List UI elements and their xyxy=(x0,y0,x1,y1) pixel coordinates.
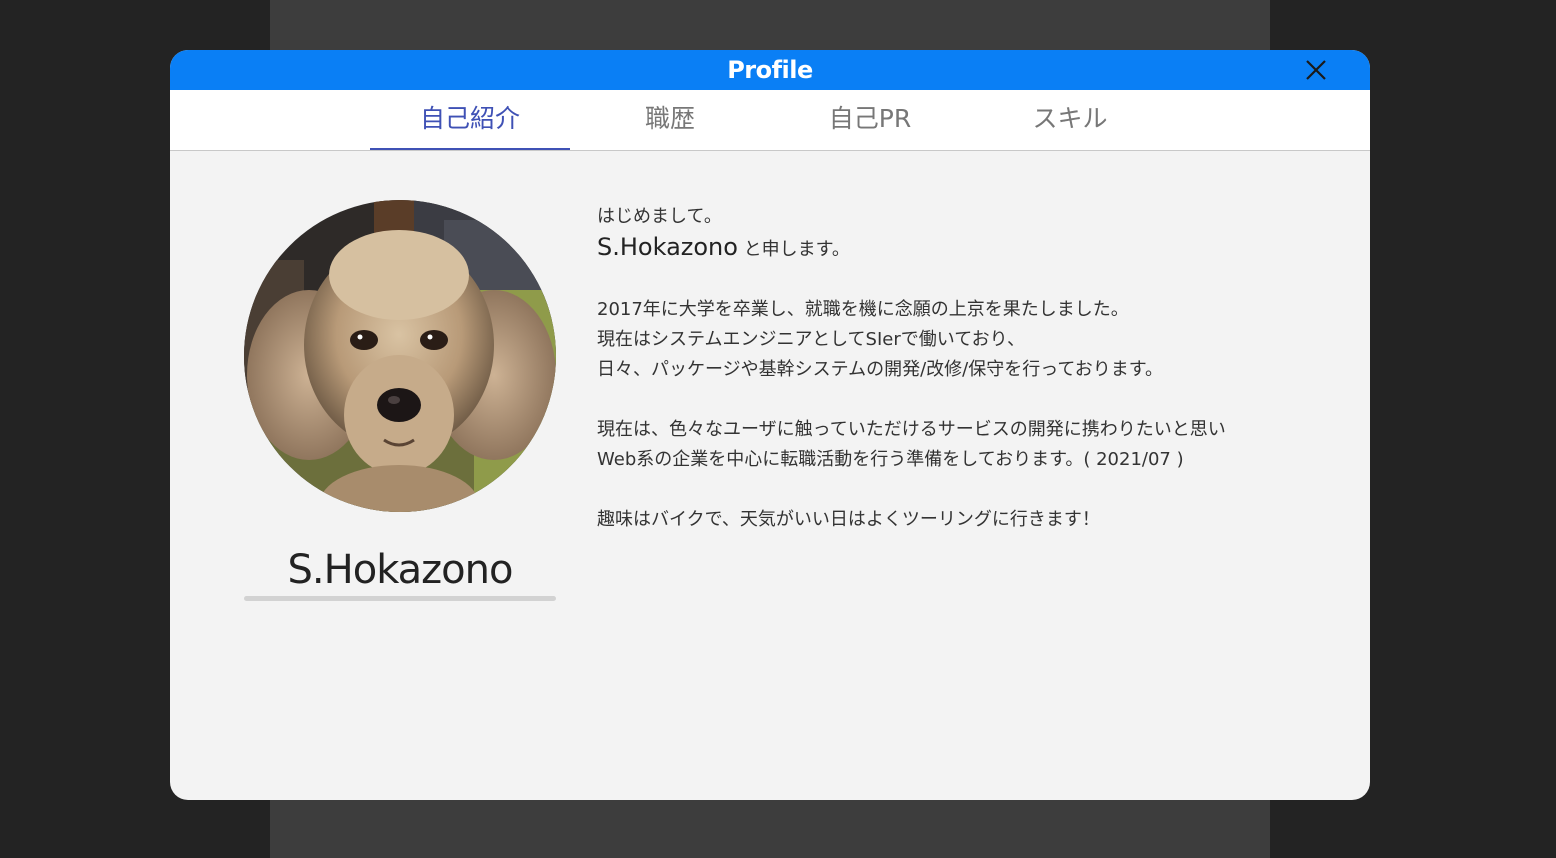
intro-paragraph-line: 日々、パッケージや基幹システムの開発/改修/保守を行っております。 xyxy=(597,359,1163,380)
modal-header: Profile xyxy=(170,50,1370,90)
close-button[interactable] xyxy=(1302,56,1330,84)
intro-name-line: S.Hokazono と申します。 xyxy=(597,232,1337,265)
tab-self-introduction[interactable]: 自己紹介 xyxy=(370,90,570,150)
intro-paragraph-line: Web系の企業を中心に転職活動を行う準備をしております。( 2021/07 ) xyxy=(597,449,1184,470)
avatar xyxy=(244,200,556,512)
tab-bar: 自己紹介 職歴 自己PR スキル xyxy=(170,90,1370,151)
intro-paragraph-line: 現在はシステムエンジニアとしてSIerで働いており、 xyxy=(597,329,1025,350)
tab-work-history[interactable]: 職歴 xyxy=(570,90,770,150)
intro-greeting: はじめまして。 xyxy=(597,206,722,227)
profile-modal: Profile 自己紹介 職歴 自己PR スキル S.Hokazono はじめま… xyxy=(170,50,1370,800)
intro-paragraph-line: 趣味はバイクで、天気がいい日はよくツーリングに行きます！ xyxy=(597,509,1100,530)
tab-skills[interactable]: スキル xyxy=(970,90,1170,150)
intro-name: S.Hokazono xyxy=(597,233,738,261)
intro-name-suffix: と申します。 xyxy=(737,239,850,260)
modal-title: Profile xyxy=(727,56,813,84)
name-divider xyxy=(244,596,556,601)
profile-name: S.Hokazono xyxy=(287,547,514,593)
close-icon xyxy=(1306,60,1326,80)
intro-paragraph-line: 現在は、色々なユーザに触っていただけるサービスの開発に携わりたいと思い xyxy=(597,419,1226,440)
tab-self-pr[interactable]: 自己PR xyxy=(770,90,970,150)
self-introduction-text: はじめまして。 S.Hokazono と申します。 2017年に大学を卒業し、就… xyxy=(597,202,1337,535)
intro-paragraph-line: 2017年に大学を卒業し、就職を機に念願の上京を果たしました。 xyxy=(597,299,1129,320)
poodle-photo xyxy=(244,200,556,512)
